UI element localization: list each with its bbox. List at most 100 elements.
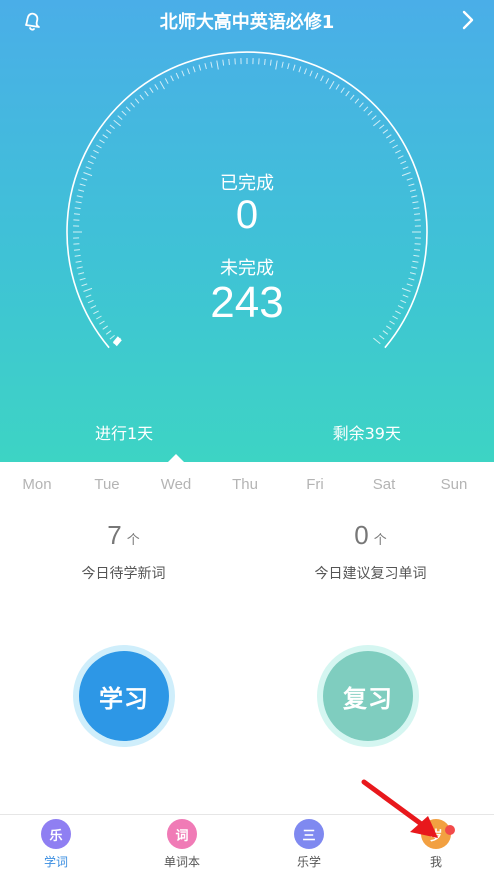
gauge-tick bbox=[395, 149, 401, 154]
review-button[interactable]: 复习 bbox=[323, 651, 413, 741]
gauge-tick bbox=[363, 106, 369, 112]
weekday-sun[interactable]: Sun bbox=[424, 476, 484, 493]
new-words-count: 7 bbox=[107, 520, 122, 550]
tab-fun-learning-label: 乐学 bbox=[296, 855, 321, 869]
gauge-tick bbox=[134, 98, 140, 104]
gauge-tick bbox=[228, 58, 230, 65]
gauge-tick bbox=[192, 66, 196, 73]
gauge-tick bbox=[149, 87, 154, 93]
gauge-tick bbox=[181, 70, 185, 77]
tab-me-label: 我 bbox=[429, 855, 442, 869]
gauge-tick bbox=[329, 81, 335, 90]
tab-fun-learning[interactable]: 三 乐学 bbox=[269, 819, 349, 870]
gauge-tick bbox=[170, 75, 174, 82]
review-count: 0 bbox=[354, 520, 369, 550]
gauge-tick bbox=[210, 61, 213, 68]
gauge-tick bbox=[139, 94, 144, 100]
tab-learn-words[interactable]: 乐 学词 bbox=[16, 819, 96, 870]
new-words-label: 今日待学新词 bbox=[81, 566, 166, 582]
gauge-tick bbox=[392, 144, 398, 149]
weekday-strip: Mon Tue Wed Thu Fri Sat Sun bbox=[0, 476, 494, 498]
gauge-tick bbox=[400, 160, 407, 165]
review-summary: 0 个 今日建议复习单词 bbox=[247, 520, 494, 583]
gauge-tick bbox=[96, 144, 102, 149]
days-elapsed: 进行1天 bbox=[95, 424, 154, 443]
gauge-tick bbox=[105, 129, 112, 134]
weekday-mon[interactable]: Mon bbox=[7, 476, 67, 493]
weekday-wed[interactable]: Wed bbox=[146, 476, 206, 493]
gauge-tick bbox=[164, 78, 169, 84]
gauge-tick bbox=[198, 64, 202, 71]
learn-button[interactable]: 学习 bbox=[79, 651, 169, 741]
gauge-tick bbox=[275, 60, 278, 70]
gauge-tick bbox=[109, 335, 115, 340]
gauge-tick bbox=[144, 90, 149, 97]
gauge-tick bbox=[109, 124, 115, 129]
weekday-sat[interactable]: Sat bbox=[354, 476, 414, 493]
gauge-tick bbox=[130, 102, 135, 108]
gauge-tick bbox=[340, 87, 345, 93]
gauge-tick bbox=[373, 119, 381, 127]
review-unit: 个 bbox=[373, 533, 387, 548]
gauge-tick bbox=[121, 110, 127, 116]
remaining-count: 243 bbox=[210, 278, 284, 327]
weekday-fri[interactable]: Fri bbox=[285, 476, 345, 493]
gauge-tick bbox=[269, 59, 272, 66]
gauge-tick bbox=[397, 155, 404, 159]
gauge-tick bbox=[379, 335, 385, 340]
selected-day-pointer bbox=[167, 454, 185, 463]
gauge-tick bbox=[264, 58, 266, 65]
gauge-tick bbox=[281, 61, 284, 68]
tab-wordbook-label: 单词本 bbox=[163, 855, 200, 869]
gauge-tick bbox=[154, 84, 159, 90]
gauge-tick bbox=[125, 106, 131, 112]
gauge-tick bbox=[314, 72, 319, 79]
gauge-tick bbox=[298, 66, 302, 73]
weekday-tue[interactable]: Tue bbox=[77, 476, 137, 493]
gauge-tick bbox=[117, 115, 123, 120]
gauge-tick bbox=[216, 60, 219, 70]
gauge-tick bbox=[345, 90, 350, 97]
new-words-summary: 7 个 今日待学新词 bbox=[0, 520, 247, 583]
gauge-tick bbox=[389, 139, 395, 144]
gauge-tick bbox=[386, 134, 392, 139]
new-words-unit: 个 bbox=[126, 533, 140, 548]
remaining-label: 未完成 bbox=[220, 258, 274, 279]
gauge-progress-marker bbox=[112, 336, 122, 347]
days-left: 剩余39天 bbox=[332, 424, 401, 443]
tab-wordbook[interactable]: 词 单词本 bbox=[142, 819, 222, 870]
completed-count: 0 bbox=[235, 193, 259, 237]
gauge-tick bbox=[102, 134, 108, 139]
gauge-tick bbox=[292, 64, 296, 71]
fun-learning-icon: 三 bbox=[294, 819, 324, 849]
progress-hero: 北师大高中英语必修1 已完成 0 未完成 243 进行1天 剩余39天 bbox=[0, 0, 494, 463]
gauge-tick bbox=[414, 249, 421, 251]
gauge-tick bbox=[93, 149, 99, 154]
review-label: 今日建议复习单词 bbox=[314, 566, 427, 582]
learn-words-icon: 乐 bbox=[41, 819, 71, 849]
gauge-tick bbox=[320, 75, 324, 82]
gauge-tick bbox=[304, 68, 307, 75]
gauge-tick bbox=[379, 124, 385, 129]
gauge-tick bbox=[187, 68, 190, 75]
annotation-arrow bbox=[361, 779, 438, 838]
gauge-tick bbox=[325, 78, 330, 84]
gauge-tick bbox=[87, 160, 94, 165]
gauge-tick bbox=[159, 81, 165, 90]
gauge-tick bbox=[371, 115, 377, 120]
gauge-tick bbox=[309, 70, 313, 77]
weekday-thu[interactable]: Thu bbox=[215, 476, 275, 493]
gauge-tick bbox=[175, 72, 180, 79]
gauge-tick bbox=[367, 110, 373, 116]
gauge-tick bbox=[90, 155, 97, 159]
gauge-tick bbox=[99, 139, 105, 144]
gauge-tick bbox=[382, 129, 389, 134]
gauge-tick bbox=[335, 84, 340, 90]
gauge-tick bbox=[222, 59, 225, 66]
gauge-tick bbox=[73, 249, 80, 251]
gauge-tick bbox=[350, 94, 355, 100]
tab-learn-words-label: 学词 bbox=[43, 855, 68, 869]
gauge-tick bbox=[113, 119, 121, 127]
gauge-tick bbox=[354, 98, 360, 104]
wordbook-icon: 词 bbox=[167, 819, 197, 849]
